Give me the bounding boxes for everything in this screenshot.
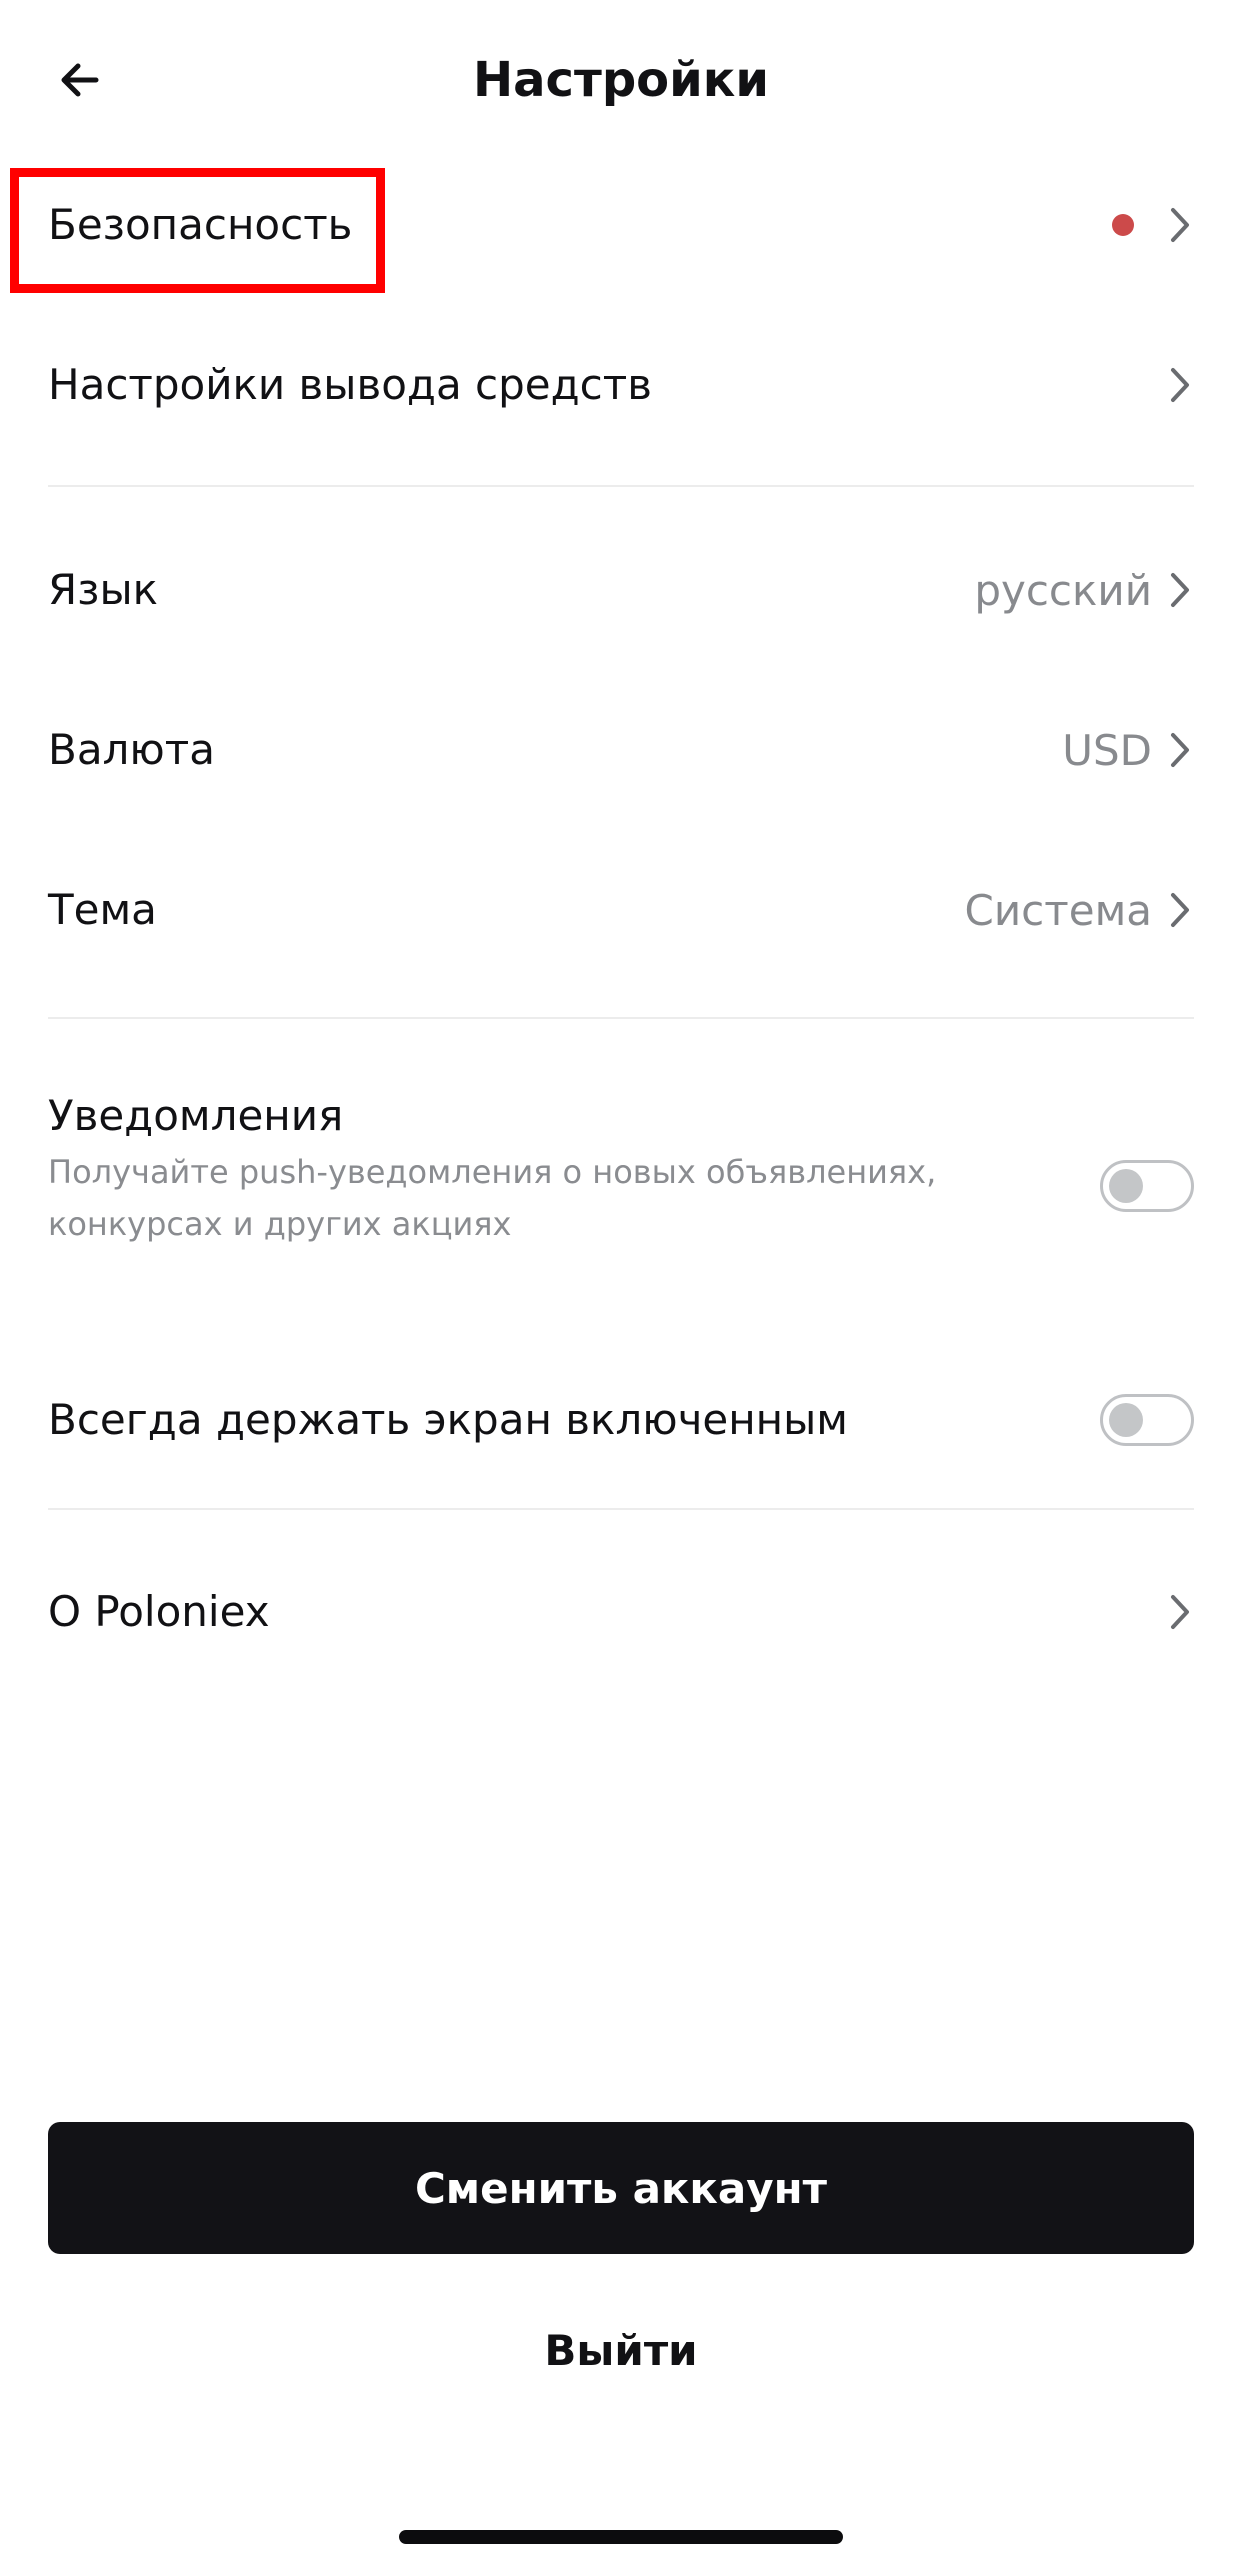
switch-account-button[interactable]: Сменить аккаунт xyxy=(48,2122,1194,2254)
row-language[interactable]: Язык русский xyxy=(48,530,1194,650)
divider xyxy=(48,1508,1194,1510)
keep-screen-on-toggle[interactable] xyxy=(1100,1394,1194,1446)
notifications-label: Уведомления xyxy=(48,1091,344,1140)
logout-button[interactable]: Выйти xyxy=(0,2316,1242,2386)
about-label: О Poloniex xyxy=(48,1587,270,1636)
row-keep-screen-on: Всегда держать экран включенным xyxy=(48,1370,1194,1470)
chevron-right-icon xyxy=(1166,888,1194,932)
divider xyxy=(48,485,1194,487)
withdraw-settings-label: Настройки вывода средств xyxy=(48,360,652,409)
chevron-right-icon xyxy=(1166,203,1194,247)
currency-label: Валюта xyxy=(48,725,215,774)
theme-label: Тема xyxy=(48,885,157,934)
row-theme[interactable]: Тема Система xyxy=(48,850,1194,970)
alert-dot xyxy=(1112,214,1134,236)
security-label: Безопасность xyxy=(48,200,353,249)
currency-value: USD xyxy=(1062,725,1152,775)
chevron-right-icon xyxy=(1166,728,1194,772)
row-about[interactable]: О Poloniex xyxy=(48,1552,1194,1672)
home-indicator xyxy=(399,2530,843,2544)
row-notifications: Уведомления Получайте push-уведомления о… xyxy=(48,1090,1194,1290)
notifications-description: Получайте push-уведомления о новых объяв… xyxy=(48,1153,937,1243)
page-title: Настройки xyxy=(472,52,769,108)
theme-value: Система xyxy=(964,885,1152,935)
chevron-right-icon xyxy=(1166,363,1194,407)
header: Настройки xyxy=(0,0,1242,160)
language-label: Язык xyxy=(48,565,159,614)
divider xyxy=(48,1017,1194,1019)
chevron-right-icon xyxy=(1166,568,1194,612)
settings-screen: Настройки Безопасность Настройки вывода … xyxy=(0,0,1242,2572)
row-security[interactable]: Безопасность xyxy=(48,165,1194,285)
keep-screen-on-label: Всегда держать экран включенным xyxy=(48,1395,848,1444)
toggle-knob xyxy=(1109,1169,1143,1203)
language-value: русский xyxy=(974,565,1152,615)
row-withdraw-settings[interactable]: Настройки вывода средств xyxy=(48,325,1194,445)
toggle-knob xyxy=(1109,1403,1143,1437)
chevron-right-icon xyxy=(1166,1590,1194,1634)
row-currency[interactable]: Валюта USD xyxy=(48,690,1194,810)
notifications-toggle[interactable] xyxy=(1100,1160,1194,1212)
